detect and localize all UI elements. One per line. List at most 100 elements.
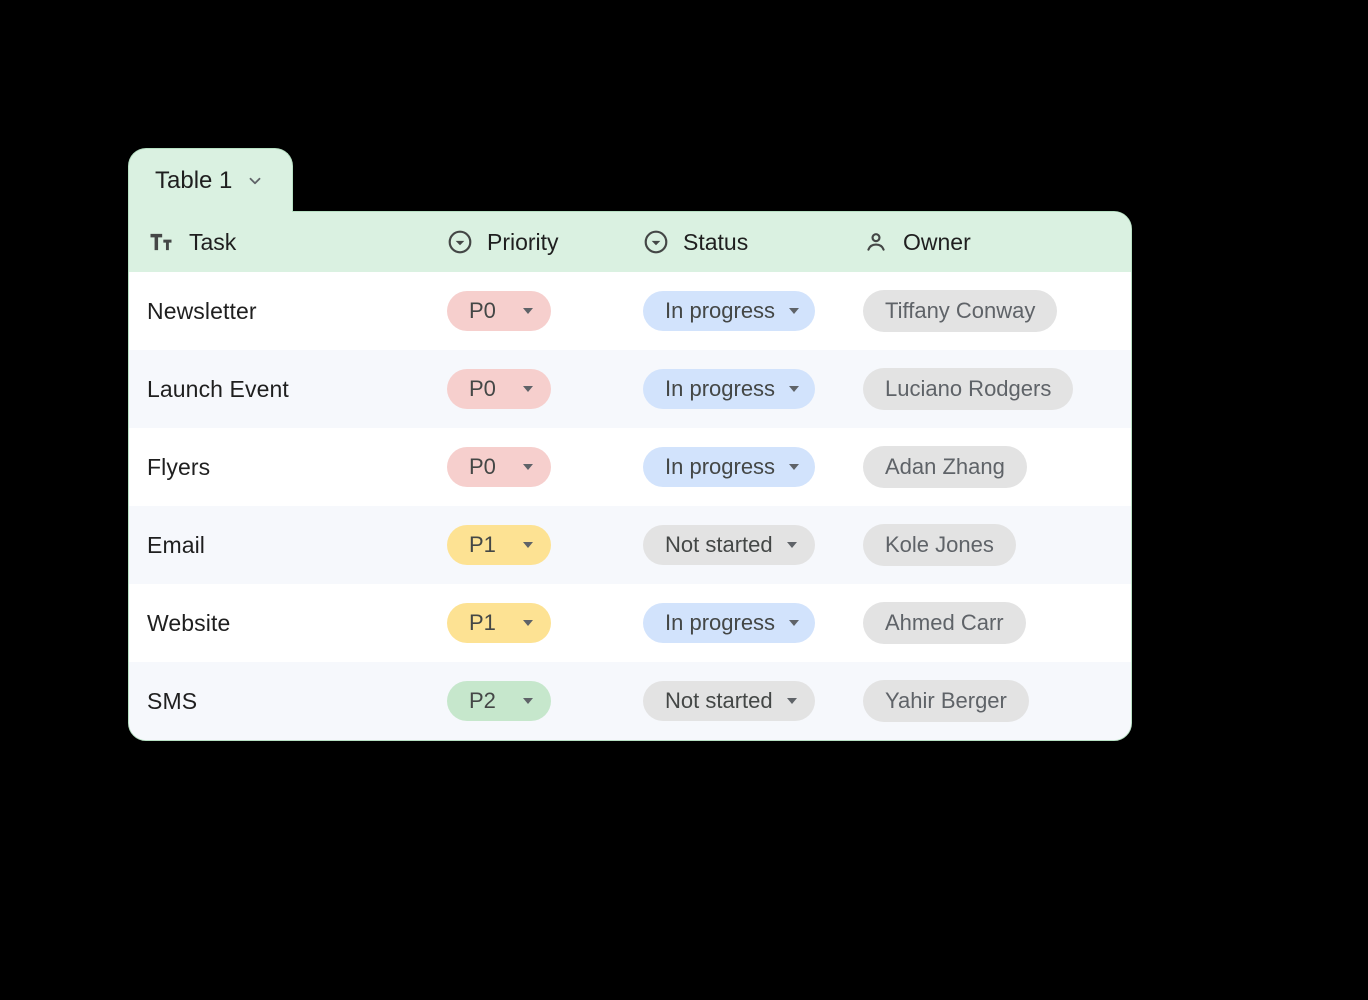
status-cell: In progress [625, 369, 845, 409]
caret-down-icon [789, 386, 799, 392]
caret-down-icon [789, 620, 799, 626]
priority-value: P0 [469, 300, 496, 322]
table-row: Newsletter P0 In progress Tiffany Conway [129, 272, 1131, 350]
dropdown-circle-icon [447, 229, 473, 255]
caret-down-icon [789, 464, 799, 470]
owner-chip[interactable]: Luciano Rodgers [863, 368, 1073, 410]
table-body: Newsletter P0 In progress Tiffany Conway… [129, 272, 1131, 740]
priority-chip[interactable]: P0 [447, 291, 551, 331]
owner-chip[interactable]: Ahmed Carr [863, 602, 1026, 644]
priority-value: P0 [469, 378, 496, 400]
table-row: Website P1 In progress Ahmed Carr [129, 584, 1131, 662]
column-label: Owner [903, 229, 971, 256]
status-cell: In progress [625, 447, 845, 487]
status-value: Not started [665, 534, 773, 556]
owner-name: Yahir Berger [885, 690, 1007, 712]
dropdown-circle-icon [643, 229, 669, 255]
priority-value: P2 [469, 690, 496, 712]
priority-cell: P0 [429, 291, 625, 331]
column-header-task[interactable]: Task [129, 228, 429, 256]
priority-cell: P1 [429, 603, 625, 643]
text-type-icon [147, 228, 175, 256]
owner-name: Tiffany Conway [885, 300, 1035, 322]
caret-down-icon [523, 464, 533, 470]
status-value: In progress [665, 456, 775, 478]
task-name: Newsletter [147, 298, 257, 325]
owner-cell: Adan Zhang [845, 446, 1131, 488]
column-label: Task [189, 229, 236, 256]
task-cell[interactable]: Launch Event [129, 376, 429, 403]
table-card: Task Priority Status [128, 211, 1132, 741]
priority-chip[interactable]: P0 [447, 447, 551, 487]
task-cell[interactable]: Email [129, 532, 429, 559]
caret-down-icon [523, 698, 533, 704]
table-row: SMS P2 Not started Yahir Berger [129, 662, 1131, 740]
status-chip[interactable]: In progress [643, 447, 815, 487]
priority-value: P1 [469, 534, 496, 556]
status-value: Not started [665, 690, 773, 712]
task-name: Email [147, 532, 205, 559]
status-cell: Not started [625, 525, 845, 565]
status-chip[interactable]: In progress [643, 291, 815, 331]
priority-chip[interactable]: P2 [447, 681, 551, 721]
owner-cell: Kole Jones [845, 524, 1131, 566]
column-header-owner[interactable]: Owner [845, 229, 1131, 256]
priority-chip[interactable]: P1 [447, 525, 551, 565]
priority-value: P0 [469, 456, 496, 478]
status-chip[interactable]: Not started [643, 525, 815, 565]
caret-down-icon [787, 698, 797, 704]
status-cell: Not started [625, 681, 845, 721]
owner-chip[interactable]: Kole Jones [863, 524, 1016, 566]
status-value: In progress [665, 378, 775, 400]
column-header-status[interactable]: Status [625, 229, 845, 256]
table-row: Launch Event P0 In progress Luciano Rodg… [129, 350, 1131, 428]
owner-chip[interactable]: Tiffany Conway [863, 290, 1057, 332]
task-cell[interactable]: SMS [129, 688, 429, 715]
caret-down-icon [787, 542, 797, 548]
status-cell: In progress [625, 603, 845, 643]
task-cell[interactable]: Flyers [129, 454, 429, 481]
priority-chip[interactable]: P1 [447, 603, 551, 643]
priority-cell: P0 [429, 369, 625, 409]
owner-name: Luciano Rodgers [885, 378, 1051, 400]
status-chip[interactable]: In progress [643, 603, 815, 643]
person-icon [863, 229, 889, 255]
task-name: Launch Event [147, 376, 289, 403]
table-row: Flyers P0 In progress Adan Zhang [129, 428, 1131, 506]
table-tab[interactable]: Table 1 [128, 148, 293, 212]
caret-down-icon [523, 620, 533, 626]
chevron-down-icon [246, 172, 264, 190]
owner-cell: Luciano Rodgers [845, 368, 1131, 410]
task-cell[interactable]: Newsletter [129, 298, 429, 325]
status-chip[interactable]: In progress [643, 369, 815, 409]
owner-chip[interactable]: Adan Zhang [863, 446, 1027, 488]
task-name: SMS [147, 688, 197, 715]
owner-chip[interactable]: Yahir Berger [863, 680, 1029, 722]
priority-cell: P1 [429, 525, 625, 565]
table-header-row: Task Priority Status [129, 212, 1131, 272]
column-header-priority[interactable]: Priority [429, 229, 625, 256]
column-label: Priority [487, 229, 559, 256]
caret-down-icon [789, 308, 799, 314]
task-cell[interactable]: Website [129, 610, 429, 637]
owner-name: Ahmed Carr [885, 612, 1004, 634]
priority-cell: P0 [429, 447, 625, 487]
owner-name: Adan Zhang [885, 456, 1005, 478]
column-label: Status [683, 229, 748, 256]
caret-down-icon [523, 542, 533, 548]
status-cell: In progress [625, 291, 845, 331]
status-value: In progress [665, 612, 775, 634]
owner-name: Kole Jones [885, 534, 994, 556]
caret-down-icon [523, 386, 533, 392]
priority-chip[interactable]: P0 [447, 369, 551, 409]
caret-down-icon [523, 308, 533, 314]
priority-value: P1 [469, 612, 496, 634]
priority-cell: P2 [429, 681, 625, 721]
task-name: Flyers [147, 454, 210, 481]
table-tab-title: Table 1 [155, 167, 232, 195]
task-name: Website [147, 610, 230, 637]
status-chip[interactable]: Not started [643, 681, 815, 721]
status-value: In progress [665, 300, 775, 322]
owner-cell: Tiffany Conway [845, 290, 1131, 332]
table-row: Email P1 Not started Kole Jones [129, 506, 1131, 584]
